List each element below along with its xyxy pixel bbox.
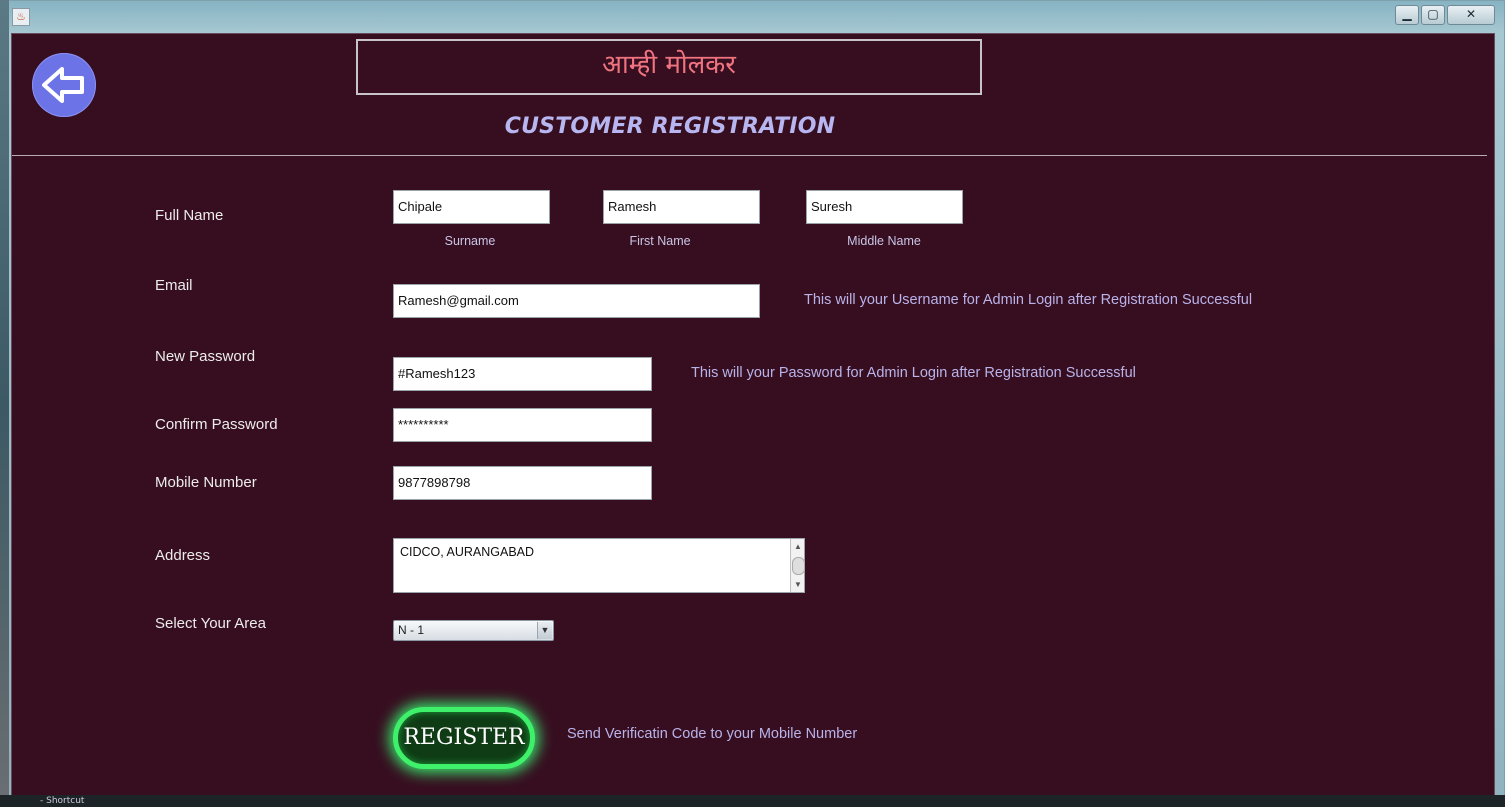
close-button[interactable]: ✕ [1447,5,1495,25]
email-label: Email [155,277,193,294]
back-button[interactable] [32,53,96,117]
desktop-shortcut-label: - Shortcut [40,796,85,806]
arrow-left-icon [42,67,84,103]
first-name-caption: First Name [629,234,691,248]
first-name-input[interactable]: Ramesh [603,190,760,224]
page-heading: CUSTOMER REGISTRATION [504,114,836,139]
area-selected-value: N - 1 [398,623,425,637]
address-textarea[interactable]: CIDCO, AURANGABAD ▲ ▼ [393,538,805,593]
full-name-label: Full Name [155,207,224,224]
address-label: Address [155,547,211,564]
mobile-number-label: Mobile Number [155,474,257,491]
java-app-icon: ♨ [12,8,30,26]
new-password-label: New Password [155,348,256,365]
registration-panel [11,33,1495,796]
address-scrollbar[interactable]: ▲ ▼ [790,539,805,592]
scroll-down-icon[interactable]: ▼ [794,580,802,589]
address-text: CIDCO, AURANGABAD [400,545,535,559]
area-label: Select Your Area [155,615,266,632]
middle-name-caption: Middle Name [847,234,921,248]
email-hint: This will your Username for Admin Login … [804,292,1253,308]
scroll-up-icon[interactable]: ▲ [794,542,802,551]
register-button[interactable]: REGISTER [393,707,535,769]
desktop-taskbar [0,795,1505,807]
surname-caption: Surname [444,234,496,248]
confirm-password-label: Confirm Password [155,416,278,433]
register-hint: Send Verificatin Code to your Mobile Num… [567,726,858,742]
brand-title: आम्ही मोलकर [602,50,736,80]
chevron-down-icon[interactable]: ▼ [537,622,552,639]
desktop-background [0,0,9,807]
mobile-number-input[interactable]: 9877898798 [393,466,652,500]
header-divider [12,155,1487,156]
surname-input[interactable]: Chipale [393,190,550,224]
middle-name-input[interactable]: Suresh [806,190,963,224]
scroll-thumb[interactable] [792,557,805,575]
area-select[interactable]: N - 1 ▼ [393,620,554,641]
minimize-button[interactable]: ▁ [1395,5,1419,25]
maximize-button[interactable]: ▢ [1421,5,1445,25]
new-password-input[interactable]: #Ramesh123 [393,357,652,391]
password-hint: This will your Password for Admin Login … [691,365,1136,381]
email-input[interactable]: Ramesh@gmail.com [393,284,760,318]
confirm-password-input[interactable]: ********** [393,408,652,442]
